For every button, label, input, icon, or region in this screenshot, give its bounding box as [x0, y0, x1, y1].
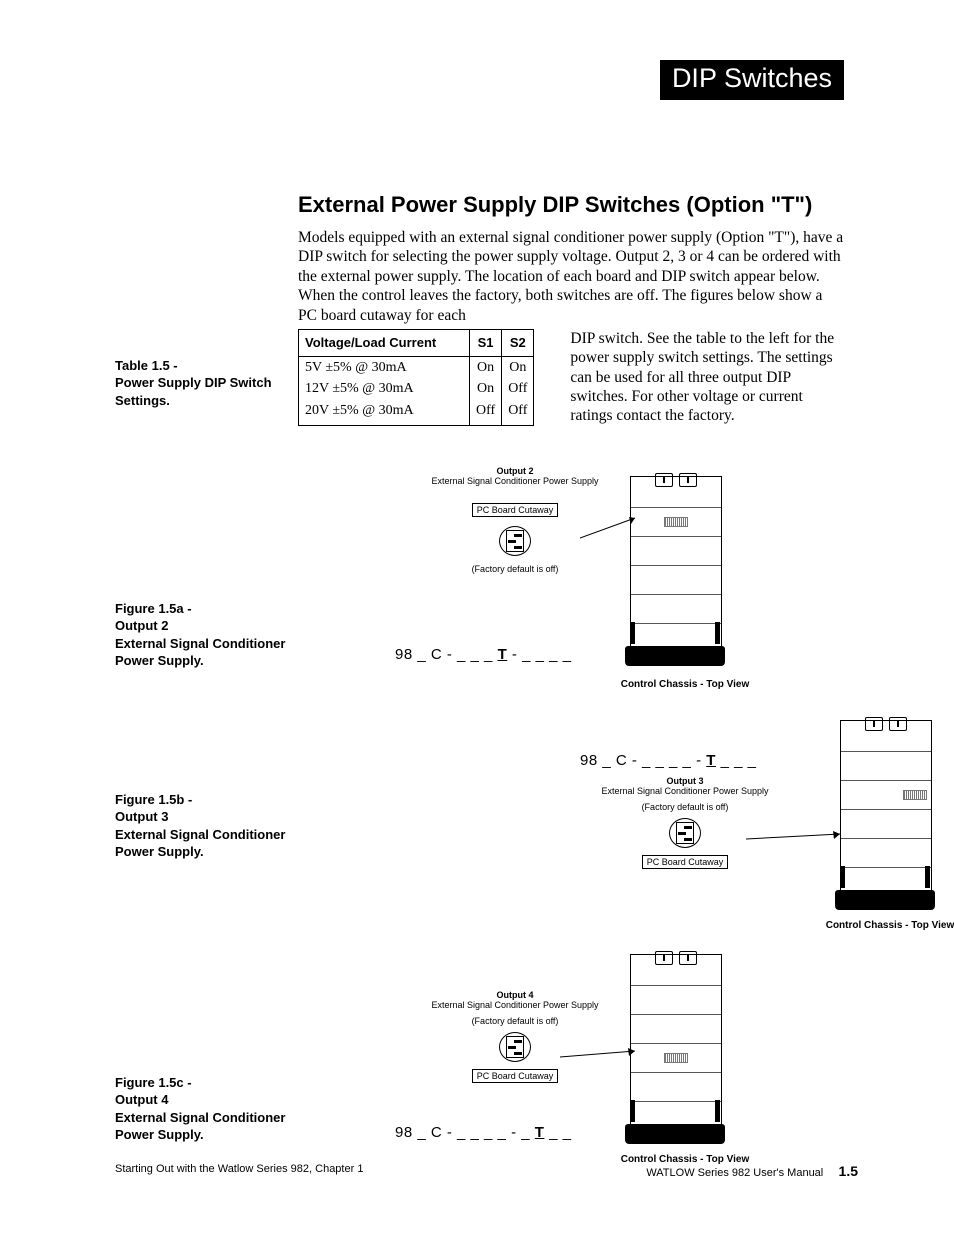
- chassis-diagram-a: [620, 466, 730, 666]
- footer-left: Starting Out with the Watlow Series 982,…: [115, 1163, 363, 1179]
- fig-b-output-sub: External Signal Conditioner Power Supply: [565, 786, 805, 796]
- table-row: 20V ±5% @ 30mA Off Off: [299, 400, 534, 425]
- section-tab: DIP Switches: [660, 60, 844, 100]
- dip-switch-icon: [499, 526, 531, 556]
- leader-line-icon: [746, 831, 846, 861]
- footer-right-group: WATLOW Series 982 User's Manual 1.5: [646, 1163, 858, 1179]
- table-row: 12V ±5% @ 30mA On Off: [299, 379, 534, 401]
- fig-b-factory-default: (Factory default is off): [565, 802, 805, 812]
- chassis-diagram-b: [830, 710, 940, 910]
- page-footer: Starting Out with the Watlow Series 982,…: [115, 1163, 858, 1179]
- fig-a-output-sub: External Signal Conditioner Power Supply: [410, 476, 620, 486]
- fig-a-chassis-label: Control Chassis - Top View: [600, 679, 770, 690]
- table-row: 5V ±5% @ 30mA On On: [299, 356, 534, 378]
- fig-c-pc-cutaway-label: PC Board Cutaway: [472, 1069, 559, 1083]
- heatsink-icon: [903, 790, 927, 800]
- leader-line-icon: [560, 1047, 640, 1067]
- table-header-row: Voltage/Load Current S1 S2: [299, 329, 534, 356]
- fig-c-factory-default: (Factory default is off): [410, 1016, 620, 1026]
- dip-switch-icon: [669, 818, 701, 848]
- page-number: 1.5: [839, 1163, 858, 1179]
- intro-paragraph: Models equipped with an external signal …: [298, 228, 844, 325]
- fig-a-model-number: 98 _ C - _ _ _ T - _ _ _ _: [395, 646, 571, 663]
- fig-b-model-number: 98 _ C - _ _ _ _ - T _ _ _: [580, 752, 756, 769]
- chassis-diagram-c: [620, 944, 730, 1144]
- fig-c-model-number: 98 _ C - _ _ _ _ - _ T _ _: [395, 1124, 571, 1141]
- dip-switch-icon: [499, 1032, 531, 1062]
- section-heading: External Power Supply DIP Switches (Opti…: [298, 144, 844, 218]
- col-s1: S1: [470, 329, 502, 356]
- fig-c-output-sub: External Signal Conditioner Power Supply: [410, 1000, 620, 1010]
- dip-switch-table: Voltage/Load Current S1 S2 5V ±5% @ 30mA…: [298, 329, 534, 426]
- fig-a-output-title: Output 2: [410, 466, 620, 476]
- right-paragraph: DIP switch. See the table to the left fo…: [570, 329, 844, 426]
- fig-c-output-title: Output 4: [410, 990, 620, 1000]
- figure-caption-b: Figure 1.5b - Output 3 External Signal C…: [115, 792, 285, 860]
- fig-a-pc-cutaway-label: PC Board Cutaway: [472, 503, 559, 517]
- fig-b-output-title: Output 3: [565, 776, 805, 786]
- footer-right: WATLOW Series 982 User's Manual: [646, 1167, 823, 1179]
- fig-b-pc-cutaway-label: PC Board Cutaway: [642, 855, 729, 869]
- col-s2: S2: [502, 329, 534, 356]
- figure-caption-a: Figure 1.5a - Output 2 External Signal C…: [115, 601, 285, 669]
- leader-line-icon: [580, 516, 640, 546]
- fig-b-chassis-label: Control Chassis - Top View: [795, 920, 954, 931]
- heatsink-icon: [664, 1053, 688, 1063]
- heatsink-icon: [664, 517, 688, 527]
- figure-caption-c: Figure 1.5c - Output 4 External Signal C…: [115, 1075, 285, 1143]
- col-voltage: Voltage/Load Current: [299, 329, 470, 356]
- table-caption: Table 1.5 - Power Supply DIP Switch Sett…: [115, 358, 272, 408]
- fig-a-factory-default: (Factory default is off): [410, 564, 620, 574]
